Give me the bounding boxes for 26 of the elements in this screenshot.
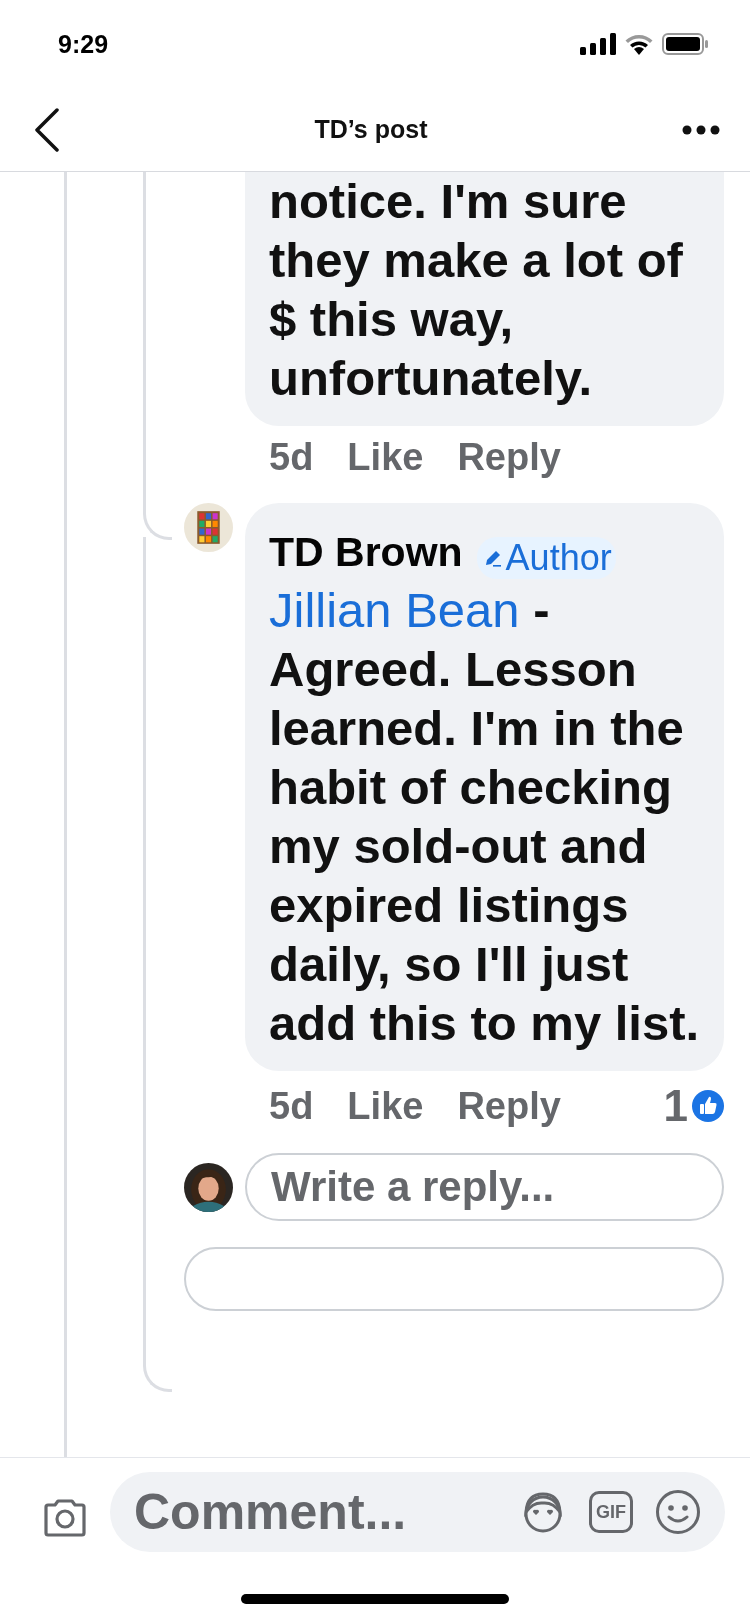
emoji-icon[interactable] — [655, 1489, 701, 1535]
comment-text: Jillian Bean - Agreed. Lesson learned. I'm in the habit of checking my sold-out and expired listings daily, so I'll just add this to my list. — [269, 582, 701, 1052]
like-link[interactable]: Like — [347, 1084, 424, 1128]
reply-link[interactable]: Reply — [457, 1084, 561, 1128]
reply-link[interactable]: Reply — [457, 436, 561, 479]
signal-icon — [580, 33, 616, 55]
battery-icon — [662, 33, 708, 55]
wifi-icon — [624, 33, 654, 55]
post-title: TD’s post — [314, 115, 428, 144]
reaction-count: 1 — [663, 1081, 688, 1131]
thumbs-up-icon — [692, 1090, 724, 1122]
more-icon[interactable] — [682, 124, 720, 135]
back-icon[interactable] — [34, 107, 60, 152]
camera-icon[interactable] — [42, 1498, 88, 1538]
input-field[interactable] — [184, 1247, 724, 1311]
clock-time: 9:29 — [58, 29, 109, 59]
comment-text: notice. I'm sure they make a lot of $ this way, unfortunately. — [269, 173, 684, 407]
comment-time: 5d — [269, 436, 314, 479]
comment-time: 5d — [269, 1084, 314, 1128]
like-link[interactable]: Like — [347, 436, 424, 479]
comment-input[interactable]: Comment... GIF — [110, 1472, 725, 1552]
author-badge: Author — [476, 537, 616, 579]
reply-input[interactable]: Write a reply... — [245, 1153, 724, 1221]
author-name[interactable]: TD Brown — [269, 528, 463, 576]
mention-link[interactable]: Jillian Bean — [269, 583, 520, 637]
gif-button[interactable]: GIF — [589, 1491, 633, 1533]
